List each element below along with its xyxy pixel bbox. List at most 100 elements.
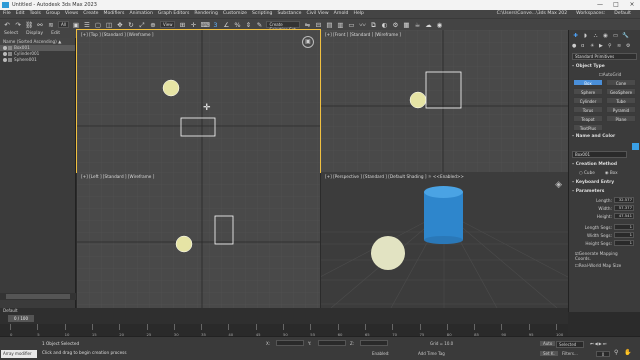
pyramid-button[interactable]: Pyramid [606, 106, 636, 113]
playback-controls[interactable]: ⏮◀▶⏭ [590, 341, 607, 346]
tab-display[interactable]: Display [26, 30, 43, 38]
menu-file[interactable]: File [3, 10, 11, 18]
object-color-swatch[interactable] [632, 143, 639, 150]
viewport-top[interactable]: [+] [Top ] [Standard ] [Wireframe ] ▣ [76, 29, 321, 173]
plane-button[interactable]: Plane [606, 115, 636, 122]
menu-help[interactable]: Help [353, 10, 363, 18]
viewport-label[interactable]: [+] [Top ] [Standard ] [Wireframe ] [81, 32, 154, 37]
layer-explorer-icon[interactable]: ▥ [336, 21, 344, 29]
ribbon-icon[interactable]: ▭ [347, 21, 355, 29]
torus-button[interactable]: Torus [573, 106, 603, 113]
render-setup-icon[interactable]: ⚙ [391, 21, 399, 29]
shapes-icon[interactable]: ɑ [581, 43, 587, 49]
set-key-button[interactable]: Set K. [540, 351, 558, 356]
systems-icon[interactable]: ⚙ [626, 43, 632, 49]
percent-snap-icon[interactable]: % [233, 21, 241, 29]
space-warps-icon[interactable]: ≋ [617, 43, 623, 49]
menu-customize[interactable]: Customize [223, 10, 247, 18]
x-coord-input[interactable] [276, 340, 304, 346]
create-tab-icon[interactable]: ✚ [572, 33, 579, 40]
time-slider-thumb[interactable]: 0 / 100 [8, 315, 34, 322]
sphere-shape[interactable] [162, 79, 180, 97]
render-cloud-icon[interactable]: ☁ [424, 21, 432, 29]
menu-substance[interactable]: Substance [277, 10, 301, 18]
snaps-toggle-icon[interactable]: 3 [211, 21, 219, 29]
menu-group[interactable]: Group [46, 10, 60, 18]
angle-snap-icon[interactable]: ∠ [222, 21, 230, 29]
utilities-tab-icon[interactable]: 🔧 [622, 33, 629, 40]
viewcube-icon[interactable]: ▣ [302, 36, 314, 48]
cylinder-shape[interactable] [424, 192, 463, 240]
category-dropdown[interactable]: Standard Primitives [572, 53, 637, 60]
width-input[interactable]: 57.377 [614, 205, 634, 211]
viewport-front[interactable]: [+] [Front ] [Standard ] [Wireframe ] [321, 30, 568, 172]
sphere-shape[interactable] [409, 91, 427, 109]
geosphere-button[interactable]: GeoSphere [606, 88, 636, 95]
toggle-scene-explorer-icon[interactable]: ▤ [325, 21, 333, 29]
menu-edit[interactable]: Edit [16, 10, 25, 18]
add-time-tag-button[interactable]: Add Time Tag [418, 351, 445, 356]
visibility-icon[interactable] [3, 52, 7, 56]
material-editor-icon[interactable]: ◐ [380, 21, 388, 29]
length-segs-input[interactable]: 1 [614, 224, 634, 230]
y-coord-input[interactable] [318, 340, 346, 346]
key-filter-dropdown[interactable]: Selected [556, 341, 584, 348]
bind-space-warp-icon[interactable]: ≋ [47, 21, 55, 29]
sphere-shape[interactable] [371, 236, 405, 270]
real-world-map-checkbox[interactable]: Real-World Map Size [569, 262, 640, 269]
parameters-rollout[interactable]: Parameters [569, 187, 640, 196]
sphere-shape[interactable] [175, 235, 193, 253]
autogrid-checkbox[interactable]: AutoGrid [569, 71, 640, 78]
pan-icon[interactable]: ✋ [624, 349, 631, 356]
viewport-label[interactable]: [+] [Left ] [Standard ] [Wireframe ] [81, 174, 154, 179]
undo-icon[interactable]: ↶ [3, 21, 11, 29]
mirror-icon[interactable]: ⇋ [303, 21, 311, 29]
z-coord-input[interactable] [360, 340, 388, 346]
name-color-rollout[interactable]: Name and Color [569, 132, 640, 141]
reference-coord-dropdown[interactable]: View [159, 21, 176, 28]
window-crossing-icon[interactable]: ◫ [105, 21, 113, 29]
lights-icon[interactable]: ☀ [590, 43, 596, 49]
maximize-button[interactable]: □ [608, 0, 624, 10]
minimize-button[interactable]: — [592, 0, 608, 10]
tab-edit[interactable]: Edit [51, 30, 60, 38]
keyboard-shortcut-icon[interactable]: ⌨ [200, 21, 209, 29]
menu-rendering[interactable]: Rendering [194, 10, 217, 18]
auto-key-button[interactable]: Auto [540, 341, 556, 346]
curve-editor-icon[interactable]: 〰 [358, 21, 366, 29]
menu-scripting[interactable]: Scripting [252, 10, 272, 18]
zoom-icon[interactable]: ⚲ [614, 349, 618, 356]
track-bar[interactable]: 0 5 10 15 20 25 30 35 40 45 50 55 60 65 70 75 80 85 90 95 10… [0, 324, 568, 337]
move-icon[interactable]: ✥ [116, 21, 124, 29]
height-input[interactable]: 47.541 [614, 213, 634, 219]
scale-icon[interactable]: ⤢ [138, 21, 146, 29]
length-input[interactable]: 32.577 [614, 197, 634, 203]
keyboard-entry-rollout[interactable]: Keyboard Entry [569, 178, 640, 187]
menu-create[interactable]: Create [83, 10, 98, 18]
width-segs-input[interactable]: 1 [614, 232, 634, 238]
visibility-icon[interactable] [3, 46, 7, 50]
viewport-perspective[interactable]: [+] [Perspective ] [Standard ] [Default … [321, 172, 568, 308]
viewport-label[interactable]: [+] [Perspective ] [Standard ] [Default … [325, 174, 464, 179]
object-type-rollout[interactable]: Object Type [569, 62, 640, 71]
select-object-icon[interactable]: ▣ [72, 21, 80, 29]
menu-arnold[interactable]: Arnold [334, 10, 349, 18]
motion-tab-icon[interactable]: ◉ [602, 33, 609, 40]
geometry-icon[interactable]: ● [572, 43, 578, 49]
visibility-icon[interactable] [3, 58, 7, 62]
scrollbar-thumb[interactable] [6, 294, 70, 299]
tab-select[interactable]: Select [4, 30, 18, 38]
hierarchy-tab-icon[interactable]: ⛬ [592, 33, 599, 40]
creation-method-rollout[interactable]: Creation Method [569, 160, 640, 169]
schematic-view-icon[interactable]: ⧉ [369, 21, 377, 29]
explorer-header[interactable]: Name (Sorted Ascending) ▲ Frozen [0, 38, 75, 51]
rotate-icon[interactable]: ↻ [127, 21, 135, 29]
redo-icon[interactable]: ↷ [14, 21, 22, 29]
workspaces-dropdown[interactable]: Default [614, 10, 631, 18]
key-filters-button[interactable]: Filters... [562, 351, 578, 356]
height-segs-input[interactable]: 1 [614, 240, 634, 246]
layer-name[interactable]: Default [3, 308, 18, 313]
selection-set-dropdown[interactable]: Create Selection Set [266, 21, 301, 32]
helpers-icon[interactable]: ⚲ [608, 43, 614, 49]
placement-icon[interactable]: ⊕ [149, 21, 157, 29]
